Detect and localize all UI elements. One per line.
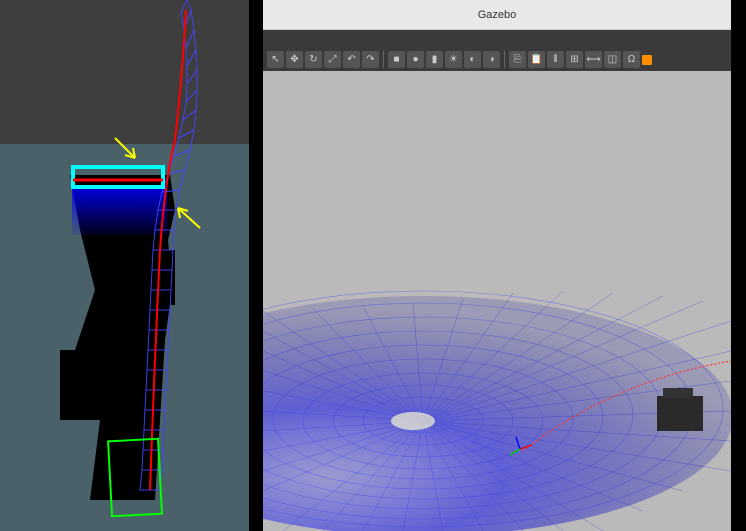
ground-shadow [391, 412, 435, 430]
move-tool[interactable]: ✥ [286, 51, 303, 68]
measure-button[interactable]: ⟷ [585, 51, 602, 68]
rviz-background-top [0, 0, 249, 144]
magnet-button[interactable]: Ω [623, 51, 640, 68]
gazebo-panel: Gazebo ↖ ✥ ↻ ⤢ ↶ ↷ ■ ● ▮ ☀ ◐ ◑ ⎘ 📋 ⫴ [249, 0, 746, 531]
costmap-inflation [72, 185, 167, 235]
vehicle-model[interactable] [657, 396, 703, 431]
cylinder-shape[interactable]: ▮ [426, 51, 443, 68]
view-button[interactable]: ◫ [604, 51, 621, 68]
align-button[interactable]: ⫴ [547, 51, 564, 68]
spotlight-button[interactable]: ◐ [464, 51, 481, 68]
gazebo-viewport[interactable] [263, 71, 731, 531]
snap-button[interactable]: ⊞ [566, 51, 583, 68]
scale-tool[interactable]: ⤢ [324, 51, 341, 68]
dirlight-button[interactable]: ◑ [483, 51, 500, 68]
rotate-tool[interactable]: ↻ [305, 51, 322, 68]
paste-button[interactable]: 📋 [528, 51, 545, 68]
gazebo-scene [263, 71, 731, 531]
goal-marker [108, 439, 162, 517]
toolbar-separator [383, 51, 384, 68]
pointlight-button[interactable]: ☀ [445, 51, 462, 68]
window-title: Gazebo [478, 9, 517, 21]
costmap-block [60, 350, 105, 420]
annotation-arrow [178, 208, 200, 228]
menubar-spacer [263, 30, 731, 48]
record-indicator[interactable] [642, 55, 652, 65]
gazebo-toolbar: ↖ ✥ ↻ ⤢ ↶ ↷ ■ ● ▮ ☀ ◐ ◑ ⎘ 📋 ⫴ ⊞ ⟷ ◫ Ω [263, 48, 731, 71]
undo-button[interactable]: ↶ [343, 51, 360, 68]
redo-button[interactable]: ↷ [362, 51, 379, 68]
sphere-shape[interactable]: ● [407, 51, 424, 68]
copy-button[interactable]: ⎘ [509, 51, 526, 68]
origin-gizmo [510, 437, 532, 455]
costmap-obstacle [70, 175, 175, 500]
cursor-tool[interactable]: ↖ [267, 51, 284, 68]
robot-footprint [73, 167, 163, 187]
toolbar-separator [504, 51, 505, 68]
titlebar[interactable]: Gazebo [263, 0, 731, 30]
rviz-panel [0, 0, 249, 531]
gazebo-window: Gazebo ↖ ✥ ↻ ⤢ ↶ ↷ ■ ● ▮ ☀ ◐ ◑ ⎘ 📋 ⫴ [263, 0, 731, 531]
costmap-block [140, 250, 175, 305]
box-shape[interactable]: ■ [388, 51, 405, 68]
